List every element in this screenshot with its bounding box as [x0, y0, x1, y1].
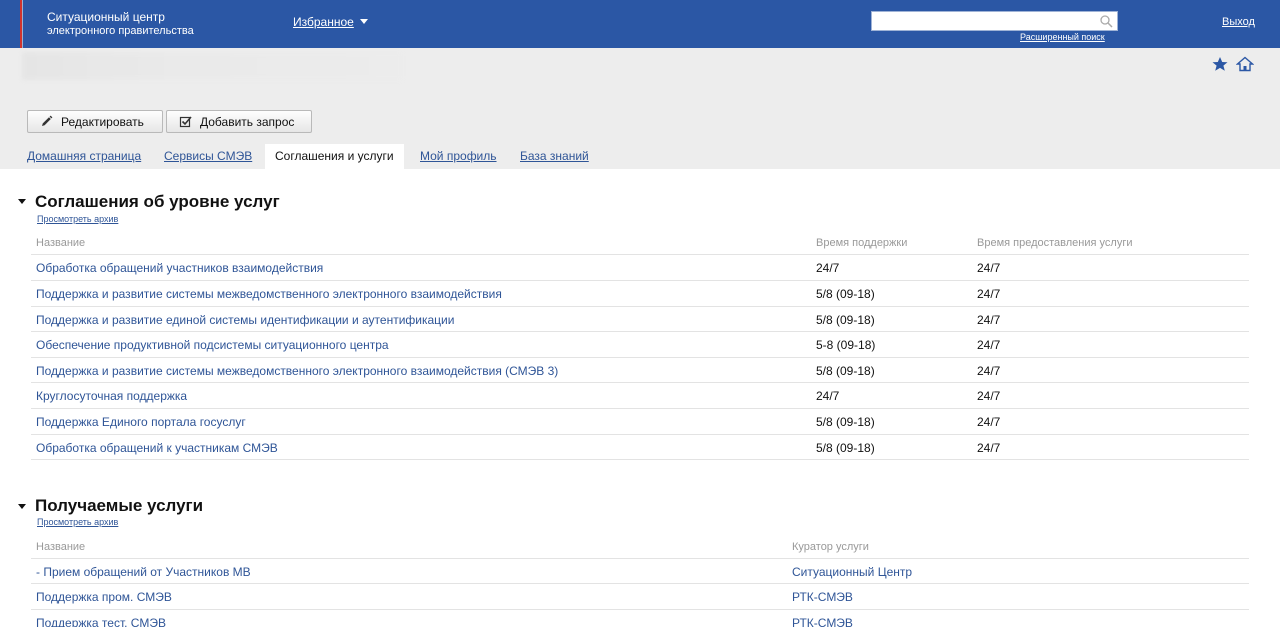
received-row-curator[interactable]: Ситуационный Центр — [792, 565, 912, 579]
sla-row-delivery: 24/7 — [977, 389, 1001, 403]
table-row: Поддержка и развитие системы межведомств… — [31, 357, 1249, 383]
brand-title: Ситуационный центр — [47, 10, 165, 24]
tab-knowledge-base[interactable]: База знаний — [520, 144, 589, 169]
search-icon[interactable] — [1099, 14, 1113, 28]
received-col-curator: Куратор услуги — [792, 541, 869, 553]
sla-row-name[interactable]: Поддержка и развитие системы межведомств… — [36, 364, 558, 378]
brand-subtitle: электронного правительства — [47, 25, 194, 37]
search-input[interactable] — [871, 11, 1118, 31]
sla-row-support: 24/7 — [816, 261, 840, 275]
checkbox-icon — [179, 116, 192, 128]
tab-smev-services[interactable]: Сервисы СМЭВ — [164, 144, 252, 169]
table-row: Обработка обращений к участникам СМЭВ 5/… — [31, 434, 1249, 460]
sla-row-name[interactable]: Поддержка и развитие единой системы иден… — [36, 313, 454, 327]
sla-col-delivery: Время предоставления услуги — [977, 237, 1133, 249]
table-row: Обеспечение продуктивной подсистемы ситу… — [31, 331, 1249, 357]
edit-button-label: Редактировать — [61, 114, 144, 129]
received-row-curator[interactable]: РТК-СМЭВ — [792, 590, 853, 604]
sla-row-delivery: 24/7 — [977, 261, 1001, 275]
sla-row-name[interactable]: Поддержка Единого портала госуслуг — [36, 415, 246, 429]
sla-row-delivery: 24/7 — [977, 364, 1001, 378]
add-request-button[interactable]: Добавить запрос — [166, 110, 312, 133]
add-request-button-label: Добавить запрос — [200, 114, 295, 129]
table-row: Круглосуточная поддержка 24/7 24/7 — [31, 382, 1249, 408]
table-row: Обработка обращений участников взаимодей… — [31, 254, 1249, 280]
sla-row-support: 5/8 (09-18) — [816, 441, 875, 455]
sla-row-delivery: 24/7 — [977, 338, 1001, 352]
received-section-title: Получаемые услуги — [35, 496, 204, 515]
sla-col-support: Время поддержки — [816, 237, 908, 249]
edit-button[interactable]: Редактировать — [27, 110, 163, 133]
tab-home[interactable]: Домашняя страница — [27, 144, 141, 169]
table-row: Поддержка тест. СМЭВ РТК-СМЭВ — [31, 609, 1249, 627]
favorites-menu[interactable]: Избранное — [293, 15, 354, 29]
received-row-name[interactable]: Поддержка пром. СМЭВ — [36, 590, 172, 604]
collapse-toggle-sla[interactable] — [18, 199, 26, 204]
sla-row-delivery: 24/7 — [977, 287, 1001, 301]
sla-row-name[interactable]: Обработка обращений к участникам СМЭВ — [36, 441, 278, 455]
sla-row-name[interactable]: Круглосуточная поддержка — [36, 389, 187, 403]
sla-row-support: 5/8 (09-18) — [816, 415, 875, 429]
sla-col-name: Название — [36, 237, 86, 249]
sla-row-support: 5-8 (09-18) — [816, 338, 876, 352]
logout-link[interactable]: Выход — [1222, 16, 1255, 28]
received-archive-link[interactable]: Просмотреть архив — [37, 517, 118, 527]
main-tabs: Домашняя страница Сервисы СМЭВ Соглашени… — [0, 144, 1280, 169]
received-row-name[interactable]: Поддержка тест. СМЭВ — [36, 616, 166, 627]
home-icon[interactable] — [1236, 56, 1254, 72]
received-col-name: Название — [36, 541, 86, 553]
top-bar: Ситуационный центр электронного правител… — [0, 0, 1280, 48]
table-row: Поддержка и развитие системы межведомств… — [31, 280, 1249, 306]
sla-row-support: 5/8 (09-18) — [816, 313, 875, 327]
received-row-name[interactable]: - Прием обращений от Участников МВ — [36, 565, 251, 579]
sla-row-delivery: 24/7 — [977, 415, 1001, 429]
tab-agreements[interactable]: Соглашения и услуги — [265, 144, 404, 169]
sla-row-name[interactable]: Обеспечение продуктивной подсистемы ситу… — [36, 338, 389, 352]
sla-row-delivery: 24/7 — [977, 441, 1001, 455]
table-row: Поддержка и развитие единой системы иден… — [31, 306, 1249, 332]
pencil-icon — [42, 115, 53, 126]
sla-row-delivery: 24/7 — [977, 313, 1001, 327]
sla-row-support: 24/7 — [816, 389, 840, 403]
sla-section-title: Соглашения об уровне услуг — [35, 192, 280, 211]
sla-row-name[interactable]: Поддержка и развитие системы межведомств… — [36, 287, 502, 301]
received-row-curator[interactable]: РТК-СМЭВ — [792, 616, 853, 627]
sla-archive-link[interactable]: Просмотреть архив — [37, 214, 118, 224]
sla-row-name[interactable]: Обработка обращений участников взаимодей… — [36, 261, 323, 275]
table-row: Поддержка пром. СМЭВ РТК-СМЭВ — [31, 583, 1249, 609]
table-row: Поддержка Единого портала госуслуг 5/8 (… — [31, 408, 1249, 434]
accent-stripe-light — [22, 0, 23, 48]
chevron-down-icon[interactable] — [360, 19, 368, 24]
sla-row-support: 5/8 (09-18) — [816, 364, 875, 378]
table-row: - Прием обращений от Участников МВ Ситуа… — [31, 558, 1249, 584]
sla-row-support: 5/8 (09-18) — [816, 287, 875, 301]
tab-profile[interactable]: Мой профиль — [420, 144, 497, 169]
collapse-toggle-received[interactable] — [18, 504, 26, 509]
star-icon[interactable] — [1211, 56, 1229, 72]
blurred-header-area — [22, 52, 402, 80]
advanced-search-link[interactable]: Расширенный поиск — [1020, 32, 1105, 42]
